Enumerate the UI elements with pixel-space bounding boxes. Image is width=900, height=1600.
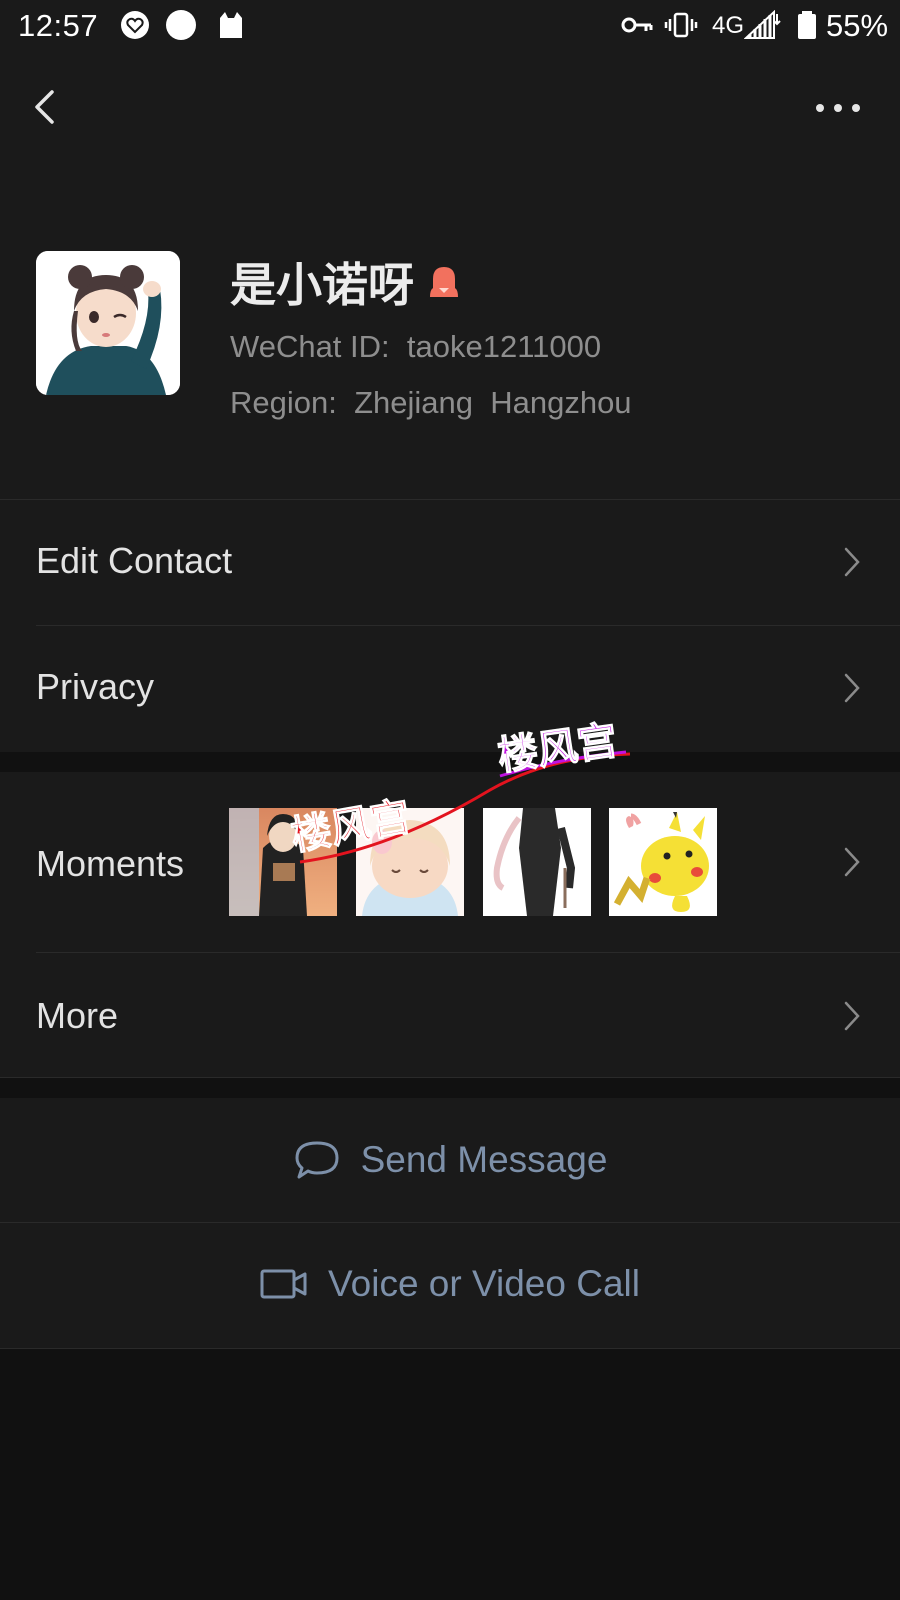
- chat-bubble-icon: [295, 1141, 339, 1179]
- battery-level: 55%: [826, 8, 889, 43]
- status-time: 12:57: [18, 8, 99, 43]
- privacy-label: Privacy: [36, 666, 155, 707]
- edit-contact-label: Edit Contact: [36, 540, 233, 581]
- edit-contact-item[interactable]: Edit Contact: [0, 500, 900, 625]
- vibrate-icon: [664, 12, 698, 38]
- divider: [0, 1348, 900, 1349]
- video-camera-icon: [260, 1269, 307, 1299]
- name-row: 是小诺呀: [230, 252, 462, 312]
- chevron-right-icon: [844, 847, 860, 877]
- profile-header: 是小诺呀 WeChat ID: taoke1211000 Region: Zhe…: [0, 212, 900, 500]
- watermark-text: 楼风宫: [495, 718, 620, 780]
- status-bar: 12:57 4G 55%: [0, 0, 900, 52]
- network-type: 4G: [712, 12, 745, 39]
- battery-icon: [798, 11, 816, 39]
- circle-icon: [166, 10, 196, 40]
- send-message-label: Send Message: [360, 1139, 608, 1180]
- signal-icon: [744, 10, 781, 39]
- chevron-right-icon: [844, 547, 860, 577]
- moments-label: Moments: [36, 843, 185, 884]
- cat-icon: [220, 12, 242, 38]
- heart-badge-icon: [121, 11, 149, 39]
- avatar-image: [36, 251, 180, 395]
- more-dots-icon[interactable]: [808, 88, 872, 128]
- chevron-right-icon: [844, 1001, 860, 1031]
- voice-video-call-label: Voice or Video Call: [328, 1263, 640, 1304]
- actions-group: Send Message Voice or Video Call: [0, 1098, 900, 1348]
- vpn-key-icon: [621, 17, 653, 33]
- nav-bar: [0, 52, 900, 212]
- female-icon: [430, 267, 458, 297]
- back-arrow-icon[interactable]: [24, 82, 68, 132]
- watermark-overlay: 楼风宫 楼风宫: [290, 717, 631, 864]
- wechat-id: WeChat ID: taoke1211000: [230, 329, 602, 364]
- voice-video-call-button[interactable]: Voice or Video Call: [0, 1222, 900, 1346]
- nickname: 是小诺呀: [230, 259, 414, 311]
- region: Region: Zhejiang Hangzhou: [230, 385, 632, 420]
- more-label: More: [36, 995, 119, 1036]
- more-item[interactable]: More: [0, 952, 900, 1077]
- divider: [0, 1077, 900, 1078]
- chevron-right-icon: [844, 673, 860, 703]
- avatar[interactable]: [36, 251, 180, 395]
- watermark-text: 楼风宫: [290, 794, 414, 860]
- send-message-button[interactable]: Send Message: [0, 1098, 900, 1222]
